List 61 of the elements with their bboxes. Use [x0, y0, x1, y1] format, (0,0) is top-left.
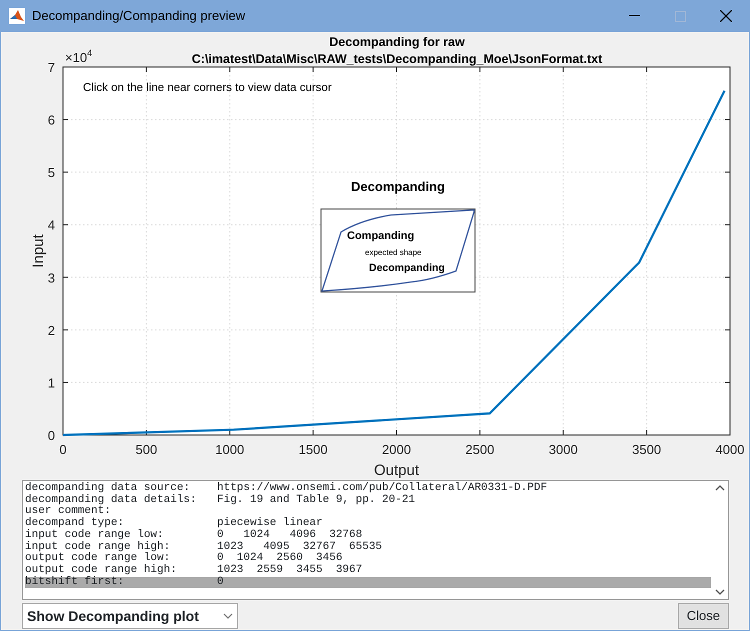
scroll-up-icon[interactable] — [714, 485, 724, 491]
row-label: input code range high: — [25, 542, 172, 553]
row-label: bitshift first: — [25, 576, 126, 588]
output-row[interactable]: input code range low: 0 1024 4096 32768 — [25, 530, 711, 542]
y-tick-label: 2 — [48, 322, 55, 338]
row-label: decompand type: — [25, 518, 126, 530]
plot-dropdown[interactable]: Show Decompanding plot — [22, 603, 238, 629]
x-tick-label: 1500 — [298, 442, 328, 457]
y-tick-label: 7 — [48, 60, 55, 75]
inset-label: Companding — [347, 230, 414, 242]
y-axis-label: Input — [30, 234, 47, 268]
x-axis-label: Output — [374, 462, 420, 478]
x-tick-label: 0 — [59, 442, 67, 457]
plot-hint: Click on the line near corners to view data cursor — [83, 82, 332, 94]
row-value: 0 1024 4096 32768 — [217, 530, 362, 542]
row-value: https://www.onsemi.com/pub/Collateral/AR0331-D.PDF — [217, 483, 548, 494]
y-tick-label: 1 — [48, 375, 55, 390]
row-label: user comment: — [25, 506, 112, 518]
x-tick-label: 2500 — [465, 442, 494, 457]
row-value: 0 — [217, 576, 224, 588]
plot-title: Decompanding for raw — [329, 35, 465, 49]
output-row[interactable]: input code range high: 1023 4095 32767 65535 — [25, 542, 711, 554]
x-tick-label: 1000 — [215, 442, 244, 457]
window-title: Decompanding/Companding preview — [32, 7, 246, 26]
output-row[interactable]: output code range high: 1023 2559 3455 3967 — [25, 564, 711, 577]
row-label: output code range low: — [25, 553, 170, 564]
x-tick-label: 3000 — [548, 442, 578, 457]
scroll-down-icon[interactable] — [714, 589, 724, 595]
y-tick-label: 5 — [48, 165, 55, 180]
output-listbox[interactable] — [22, 480, 729, 600]
output-row[interactable]: output code range low: 0 1024 2560 3456 — [25, 553, 711, 565]
y-tick-label: 3 — [48, 270, 55, 286]
x-tick-label: 500 — [136, 442, 158, 457]
row-label: decompanding data details: — [25, 494, 198, 506]
caret-icon — [223, 613, 233, 619]
y-tick-label: 6 — [48, 112, 55, 128]
output-row[interactable]: decompanding data source: https://www.onsemi.com/pub/Collateral/AR0331-D.PDF — [25, 483, 711, 495]
file-path: C:\imatest\Data\Misc\RAW_tests\Decompanding_Moe\JsonFormat.txt — [192, 52, 602, 66]
inset-heading: Decompanding — [351, 179, 445, 194]
inset-label: expected shape — [365, 248, 422, 257]
x-tick-label: 4000 — [716, 442, 744, 457]
row-value: 0 1024 2560 3456 — [217, 553, 342, 564]
row-value: 1023 4095 32767 65535 — [217, 542, 382, 553]
x-tick-label: 2000 — [382, 442, 411, 457]
row-value: 1023 2559 3455 3967 — [217, 564, 362, 576]
output-row[interactable]: decompanding data details: Fig. 19 and Table 9, pp. 20-21 — [25, 494, 711, 506]
axis-multiplier: ×10$^{4}$ — [65, 48, 92, 65]
row-value: piecewise linear — [217, 518, 323, 530]
output-row[interactable]: bitshift first: 0 — [25, 576, 711, 588]
output-row[interactable]: user comment: — [25, 506, 711, 518]
output-row[interactable]: decompand type: piecewise linear — [25, 518, 711, 530]
x-tick-label: 3500 — [632, 442, 662, 457]
row-label: input code range low: — [25, 530, 165, 541]
close-button[interactable]: Close — [678, 603, 729, 629]
row-value: Fig. 19 and Table 9, pp. 20-21 — [217, 494, 416, 506]
y-tick-label: 0 — [48, 428, 55, 443]
row-label: decompanding data source: — [25, 483, 192, 494]
inset-label: Decompanding — [369, 262, 445, 274]
y-tick-label: 4 — [48, 218, 55, 233]
app-icon — [9, 8, 25, 24]
row-label: output code range high: — [25, 564, 178, 576]
